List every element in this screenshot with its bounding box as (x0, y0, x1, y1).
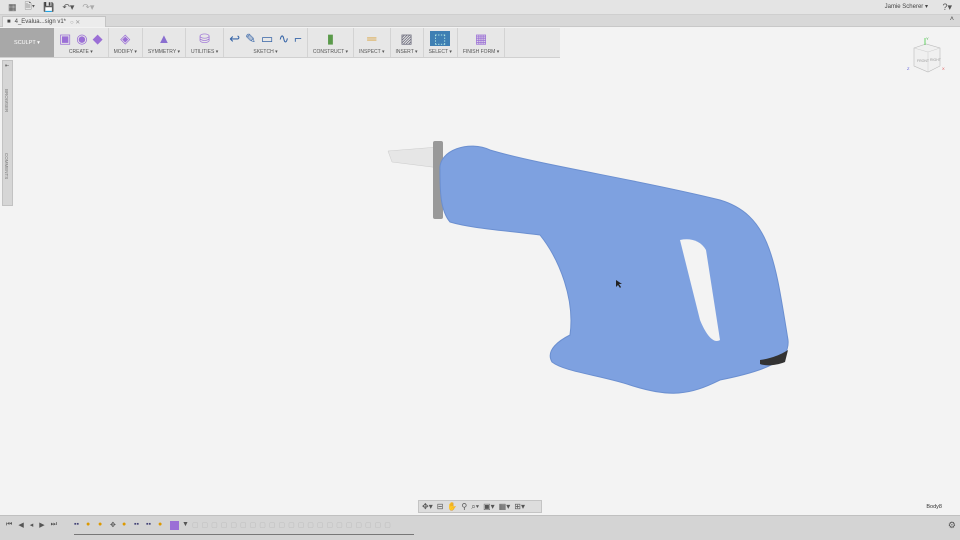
timeline-features: ▪▪ ● ● ✥ ● ▪▪ ▪▪ ● ▼ ▢▢▢▢▢▢▢▢▢▢▢▢▢▢▢▢▢▢▢… (74, 521, 394, 530)
fit-icon[interactable]: ⌕▾ (471, 502, 479, 512)
viewports-icon[interactable]: ⊞▾ (514, 502, 525, 511)
model-viewport[interactable] (0, 0, 960, 540)
display-settings-icon[interactable]: ▣▾ (483, 502, 495, 511)
timeline-marker[interactable]: ▼ (182, 521, 189, 530)
grid-icon[interactable]: ▦▾ (499, 502, 511, 511)
feature-icon[interactable]: ● (122, 521, 131, 530)
play-reverse-icon[interactable]: ◂ (30, 521, 34, 529)
feature-icon[interactable]: ▪▪ (146, 521, 155, 530)
feature-icon[interactable]: ● (86, 521, 95, 530)
blade-shape (387, 146, 441, 169)
move-feature-icon[interactable]: ✥ (110, 521, 119, 530)
go-to-start-icon[interactable]: ⏮ (6, 521, 12, 529)
sculpt-body[interactable] (439, 145, 789, 394)
form-feature-icon[interactable] (170, 521, 179, 530)
selection-status: Body8 (926, 504, 942, 510)
timeline-settings-icon[interactable]: ⚙ (948, 520, 956, 531)
suppressed-features[interactable]: ▢▢▢▢▢▢▢▢▢▢▢▢▢▢▢▢▢▢▢▢▢ (192, 521, 394, 530)
timeline-track[interactable] (74, 534, 414, 535)
feature-icon[interactable]: ● (158, 521, 167, 530)
orbit-icon[interactable]: ✥▾ (422, 502, 433, 511)
go-to-end-icon[interactable]: ⏭ (51, 521, 57, 529)
pan-icon[interactable]: ✋ (447, 502, 457, 511)
feature-icon[interactable]: ▪▪ (134, 521, 143, 530)
timeline: ⏮ ◀ ◂ ▶ ⏭ ▪▪ ● ● ✥ ● ▪▪ ▪▪ ● ▼ ▢▢▢▢▢▢▢▢▢▢▢▢▢… (0, 515, 960, 540)
zoom-icon[interactable]: ⚲ (461, 502, 467, 511)
feature-icon[interactable]: ▪▪ (74, 521, 83, 530)
play-icon[interactable]: ▶ (39, 521, 44, 529)
step-back-icon[interactable]: ◀ (18, 521, 23, 529)
look-at-icon[interactable]: ⊟ (437, 502, 444, 511)
feature-icon[interactable]: ● (98, 521, 107, 530)
navigation-bar: ✥▾ ⊟ ✋ ⚲ ⌕▾ ▣▾ ▦▾ ⊞▾ (418, 500, 542, 513)
